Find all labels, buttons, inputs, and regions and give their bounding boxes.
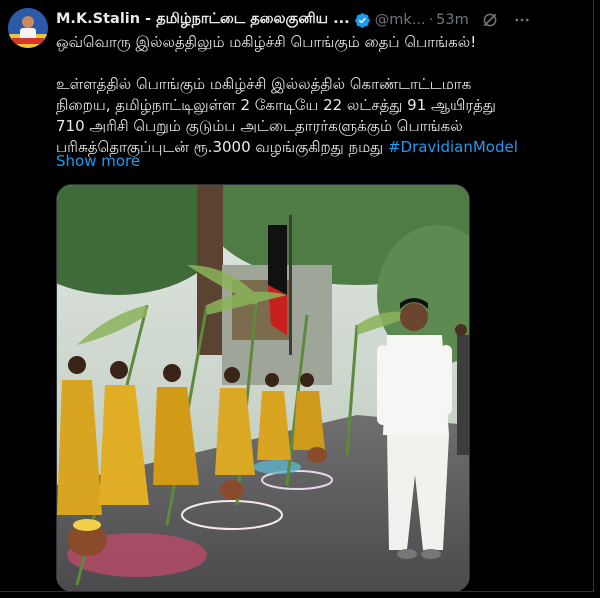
separator-dot: ·: [428, 12, 434, 28]
verified-badge-icon: [354, 12, 370, 28]
hashtag-link[interactable]: #DravidianModel: [388, 138, 518, 156]
more-options-icon[interactable]: [513, 11, 531, 29]
tweet-text-line: உள்ளத்தில் பொங்கும் மகிழ்ச்சி இல்லத்தில்…: [56, 75, 472, 93]
grok-icon[interactable]: [481, 11, 499, 29]
tweet-header: M.K.Stalin - தமிழ்நாட்டை தலைகுனிய ... @m…: [56, 9, 585, 31]
tweet-text-line: நிறைய, தமிழ்நாட்டிலுள்ள 2 கோடியே 22 லட்ச…: [56, 96, 496, 114]
avatar[interactable]: [8, 8, 48, 48]
tweet-text-line: ஒவ்வொரு இல்லத்திலும் மகிழ்ச்சி பொங்கும் …: [56, 33, 477, 51]
avatar-image: [8, 8, 48, 48]
tweet-text: ஒவ்வொரு இல்லத்திலும் மகிழ்ச்சி பொங்கும் …: [56, 32, 581, 158]
tweet-card[interactable]: M.K.Stalin - தமிழ்நாட்டை தலைகுனிய ... @m…: [0, 0, 594, 592]
paragraph-break: [56, 53, 581, 74]
photo-illustration: [57, 185, 469, 591]
timestamp[interactable]: 53m: [436, 12, 469, 28]
author-name[interactable]: M.K.Stalin - தமிழ்நாட்டை தலைகுனிய ...: [56, 11, 350, 29]
author-handle[interactable]: @mk...: [375, 12, 426, 28]
tweet-photo[interactable]: [56, 184, 470, 592]
tweet-text-line: 710 அரிசி பெறும் குடும்ப அட்டைதாரர்களுக்…: [56, 117, 463, 135]
show-more-link[interactable]: Show more: [56, 151, 140, 172]
